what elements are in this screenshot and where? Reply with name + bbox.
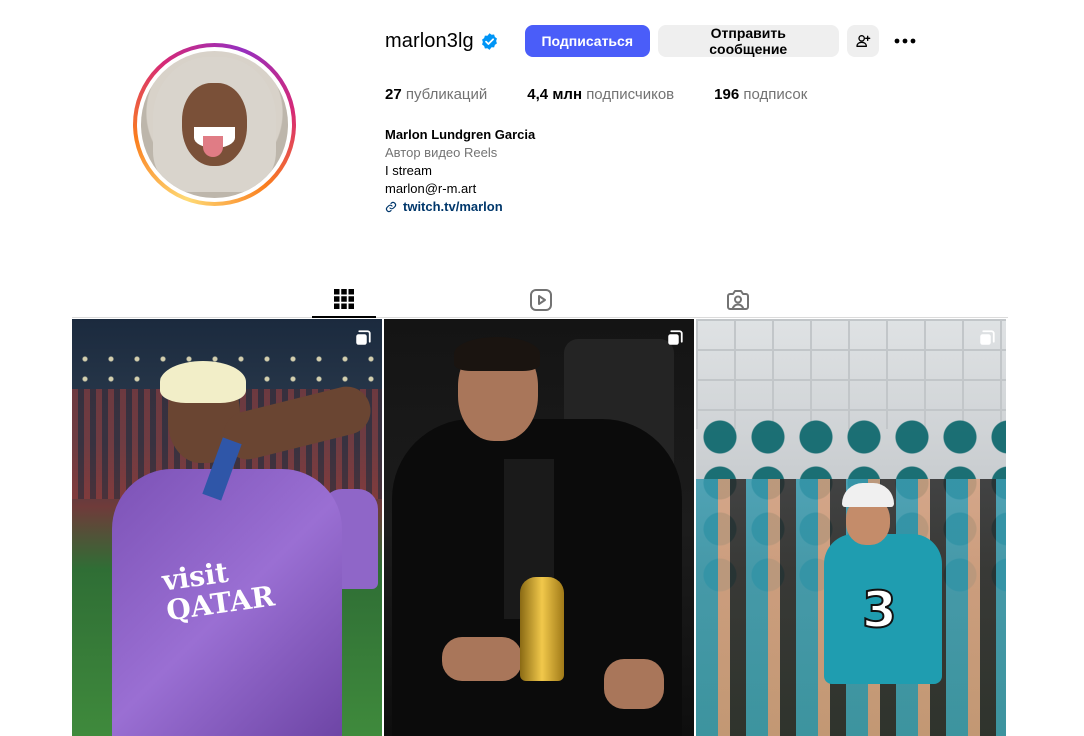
followers-count: 4,4 млн — [527, 86, 583, 103]
suggested-users-button[interactable] — [846, 25, 879, 57]
add-person-icon — [856, 35, 871, 47]
avatar[interactable] — [141, 51, 288, 198]
follow-button[interactable]: Подписаться — [524, 25, 650, 57]
following-label: подписок — [743, 86, 808, 103]
story-ring[interactable] — [133, 43, 296, 206]
category-label: Автор видео Reels — [385, 145, 498, 160]
post-thumbnail[interactable]: 3 — [696, 319, 1006, 736]
more-options-button[interactable] — [893, 29, 917, 53]
gold-trophy — [520, 577, 564, 681]
avatar-tongue — [202, 136, 224, 157]
link-icon — [385, 201, 397, 213]
carousel-icon — [356, 330, 371, 345]
bio-line: I stream — [385, 163, 432, 178]
arena-ceiling — [696, 319, 1006, 429]
more-dots-icon — [894, 38, 916, 44]
post-thumbnail[interactable] — [384, 319, 694, 736]
person-hand — [442, 637, 522, 681]
post-thumbnail[interactable]: visit QATAR — [72, 319, 382, 736]
reels-icon — [530, 289, 552, 311]
tab-reels[interactable] — [509, 282, 573, 318]
followers-label: подписчиков — [586, 86, 675, 103]
following-count: 196 — [714, 86, 740, 103]
grid-icon — [334, 289, 354, 309]
username: marlon3lg — [385, 29, 474, 52]
posts-count: 27 — [385, 86, 402, 103]
bio-email: marlon@r-m.art — [385, 181, 477, 196]
tagged-icon — [727, 290, 749, 310]
carousel-icon — [980, 330, 995, 345]
person-hand — [604, 659, 664, 709]
verified-badge-icon — [481, 32, 497, 50]
following-stat[interactable]: 196 подписок — [714, 86, 807, 103]
posts-grid: visit QATAR 3 — [72, 319, 1008, 736]
avatar-gap — [137, 47, 292, 202]
followers-stat[interactable]: 4,4 млн подписчиков — [527, 86, 674, 103]
white-cap — [842, 483, 894, 507]
profile-header: marlon3lg Подписаться Отправить сообщени… — [385, 24, 917, 58]
posts-stat: 27 публикаций — [385, 86, 487, 103]
player-hair — [160, 361, 246, 403]
posts-label: публикаций — [405, 86, 488, 103]
carousel-icon — [668, 330, 683, 345]
profile-bio: Marlon Lundgren Garcia Автор видео Reels… — [385, 126, 535, 216]
tab-tagged[interactable] — [706, 282, 770, 318]
full-name: Marlon Lundgren Garcia — [385, 127, 536, 142]
tab-posts[interactable] — [312, 282, 376, 318]
bio-link-text: twitch.tv/marlon — [403, 199, 503, 214]
profile-stats: 27 публикаций 4,4 млн подписчиков 196 по… — [385, 86, 847, 103]
bio-link[interactable]: twitch.tv/marlon — [385, 198, 535, 216]
message-button[interactable]: Отправить сообщение — [657, 25, 839, 57]
jersey-number: 3 — [861, 580, 898, 640]
person-hair — [454, 337, 540, 371]
